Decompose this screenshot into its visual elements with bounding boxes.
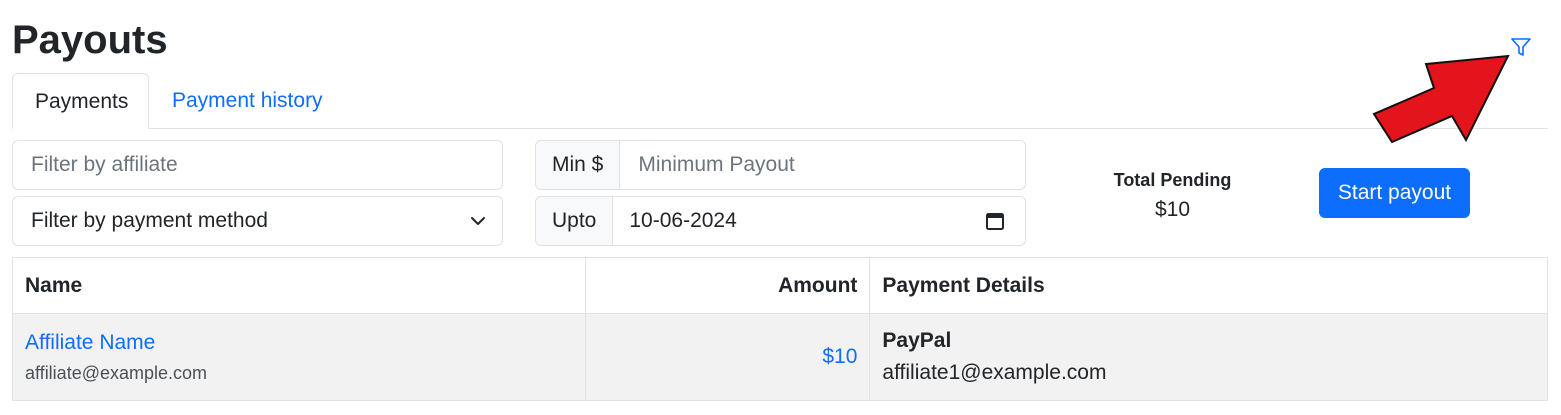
chevron-down-icon <box>454 213 502 229</box>
column-header-payment-details: Payment Details <box>869 257 1548 314</box>
filter-icon[interactable] <box>1509 35 1533 59</box>
payment-email: affiliate1@example.com <box>882 361 1107 384</box>
tab-payments[interactable]: Payments <box>12 73 149 129</box>
affiliate-name-link[interactable]: Affiliate Name <box>25 331 573 355</box>
page-title: Payouts <box>12 18 168 62</box>
min-payout-group: Min $ <box>535 140 1026 190</box>
upto-addon: Upto <box>536 197 614 245</box>
affiliate-filter-field[interactable] <box>12 140 503 190</box>
start-payout-button[interactable]: Start payout <box>1319 168 1470 218</box>
payment-method-select[interactable]: Filter by payment method <box>12 196 503 246</box>
affiliate-filter-input[interactable] <box>13 141 502 189</box>
tab-bar: Payments Payment history <box>12 73 1548 129</box>
upto-date-input[interactable]: 10-06-2024 <box>613 209 965 233</box>
red-arrow-annotation <box>1372 54 1510 144</box>
total-pending-label: Total Pending <box>1113 170 1232 190</box>
amount-cell: $10 <box>584 313 871 401</box>
table-row: Affiliate Name affiliate@example.com $10… <box>12 313 1548 401</box>
calendar-icon[interactable] <box>965 211 1025 231</box>
column-header-amount: Amount <box>584 257 871 314</box>
name-cell: Affiliate Name affiliate@example.com <box>12 313 586 401</box>
amount-link[interactable]: $10 <box>822 345 857 368</box>
payment-details-cell: PayPal affiliate1@example.com <box>869 313 1548 401</box>
payment-method-selected: Filter by payment method <box>31 209 268 232</box>
min-payout-input[interactable] <box>620 141 1025 189</box>
column-header-name: Name <box>12 257 586 314</box>
total-pending-value: $10 <box>1154 198 1191 221</box>
affiliate-email: affiliate@example.com <box>25 362 208 383</box>
table-header-row: Name Amount Payment Details <box>12 257 1548 314</box>
upto-date-group: Upto 10-06-2024 <box>535 196 1026 246</box>
payment-method-name: PayPal <box>882 329 952 352</box>
min-addon: Min $ <box>536 141 621 189</box>
payouts-table: Name Amount Payment Details Affiliate Na… <box>12 257 1548 401</box>
tab-payment-history[interactable]: Payment history <box>150 73 345 129</box>
